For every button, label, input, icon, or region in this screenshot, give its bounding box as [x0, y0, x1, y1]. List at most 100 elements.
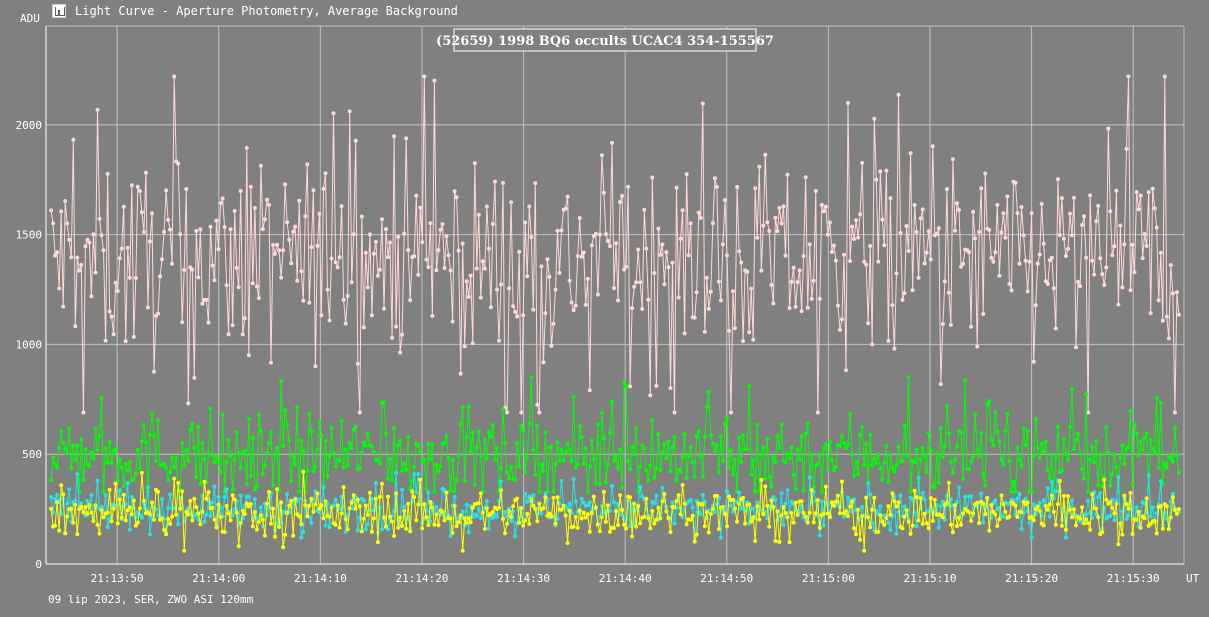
- data-point: [716, 527, 721, 531]
- data-point: [402, 509, 407, 513]
- data-point: [543, 495, 548, 500]
- data-point: [751, 458, 756, 462]
- data-point: [57, 445, 62, 450]
- data-point: [101, 248, 106, 253]
- data-point: [73, 324, 78, 329]
- data-point: [610, 484, 614, 488]
- data-point: [311, 188, 316, 193]
- data-point: [628, 384, 633, 389]
- data-point: [914, 447, 919, 452]
- data-point: [162, 461, 167, 466]
- data-point: [878, 513, 883, 518]
- data-point: [232, 457, 237, 462]
- data-point: [363, 503, 368, 508]
- data-point: [117, 457, 122, 462]
- data-point: [783, 460, 788, 465]
- data-point: [432, 489, 437, 494]
- data-point: [852, 474, 857, 478]
- data-point: [1096, 515, 1101, 520]
- data-point: [1168, 515, 1173, 520]
- data-point: [706, 530, 711, 535]
- data-point: [357, 466, 362, 471]
- data-point: [838, 327, 842, 332]
- data-point: [553, 462, 558, 467]
- data-point: [137, 506, 142, 511]
- data-point: [1025, 289, 1030, 294]
- data-point: [1061, 437, 1066, 442]
- data-point: [279, 379, 284, 384]
- data-point: [878, 466, 883, 471]
- data-point: [525, 511, 530, 516]
- data-point: [333, 464, 338, 469]
- data-point: [579, 435, 584, 440]
- data-point: [1047, 514, 1052, 519]
- data-point: [452, 489, 457, 493]
- data-point: [271, 483, 275, 488]
- data-point: [1176, 507, 1181, 512]
- data-point: [236, 451, 241, 456]
- data-point: [168, 470, 173, 475]
- data-point: [285, 510, 290, 515]
- data-point: [265, 197, 269, 202]
- data-point: [412, 254, 417, 259]
- data-point: [571, 477, 576, 482]
- data-point: [484, 456, 489, 461]
- data-point: [940, 515, 945, 520]
- data-point: [1112, 244, 1117, 249]
- data-point: [866, 515, 871, 520]
- data-point: [848, 412, 853, 417]
- data-point: [1116, 302, 1121, 307]
- data-point: [896, 500, 901, 505]
- data-point: [922, 511, 927, 516]
- data-point: [882, 522, 887, 527]
- data-point: [363, 527, 368, 532]
- data-point: [307, 503, 312, 508]
- data-point: [989, 255, 994, 260]
- data-point: [388, 456, 392, 461]
- data-point: [924, 521, 929, 526]
- data-point: [809, 452, 814, 457]
- data-point: [944, 500, 949, 505]
- data-point: [299, 269, 304, 274]
- data-point: [547, 274, 552, 279]
- data-point: [95, 447, 100, 452]
- data-point: [527, 421, 532, 426]
- data-point: [924, 470, 929, 475]
- data-point: [517, 249, 522, 254]
- data-point: [180, 489, 185, 494]
- data-point: [517, 520, 522, 525]
- data-point: [230, 323, 235, 328]
- data-point: [287, 438, 292, 443]
- data-point: [228, 454, 233, 458]
- data-point: [478, 295, 483, 300]
- data-point: [864, 441, 869, 446]
- data-point: [1148, 514, 1153, 519]
- data-point: [166, 506, 171, 510]
- data-point: [359, 214, 364, 219]
- data-point: [880, 477, 885, 482]
- data-point: [81, 477, 86, 482]
- data-point: [1035, 504, 1040, 509]
- data-point: [313, 364, 318, 369]
- data-point: [315, 243, 320, 248]
- data-point: [1066, 494, 1070, 498]
- data-point: [285, 492, 290, 497]
- data-point: [150, 500, 154, 505]
- data-point: [216, 247, 221, 252]
- data-point: [803, 514, 808, 519]
- data-point: [63, 199, 68, 203]
- data-point: [827, 220, 832, 225]
- data-point: [797, 268, 802, 273]
- data-point: [571, 524, 576, 529]
- data-point: [164, 188, 169, 193]
- data-point: [948, 522, 953, 527]
- data-point: [783, 501, 788, 506]
- data-point: [1118, 223, 1123, 228]
- data-point: [1100, 272, 1105, 277]
- data-point: [688, 221, 693, 226]
- data-point: [870, 342, 875, 347]
- data-point: [466, 516, 471, 521]
- data-point: [654, 466, 659, 471]
- data-point: [478, 491, 483, 496]
- data-point: [472, 161, 477, 166]
